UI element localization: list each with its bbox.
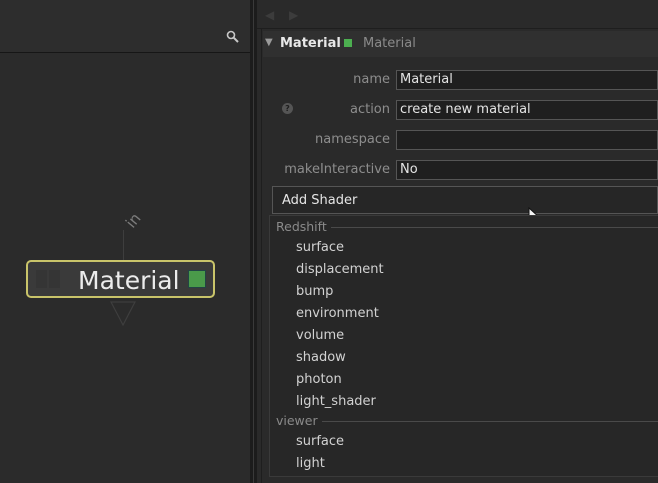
panel-edge [261,28,262,483]
back-arrow-icon[interactable]: ◀ [265,8,274,22]
add-shader-menu: Redshift surface displacement bump envir… [269,215,658,477]
node-header[interactable]: ▼ Material Material [263,31,658,57]
node-color-indicator [344,39,352,47]
add-shader-label: Add Shader [282,193,358,208]
output-arrow-icon [110,301,136,327]
param-row-name: name Material [263,69,658,91]
parameters-panel: ◀ ▶ ▼ Material Material name Material ? … [257,0,658,483]
menu-section-title: viewer [276,413,322,428]
material-node[interactable]: Material [26,260,215,298]
menu-section-rule [276,227,658,228]
search-icon[interactable] [225,29,241,45]
input-connector [123,230,124,260]
node-title: Material [78,266,180,295]
collapse-triangle-icon[interactable]: ▼ [265,37,273,48]
splitter-line [253,0,254,483]
forward-arrow-icon[interactable]: ▶ [289,8,298,22]
menu-item[interactable]: shadow [296,350,346,365]
menu-item[interactable]: bump [296,284,333,299]
param-row-action: ? action create new material [263,99,658,121]
help-icon[interactable]: ? [282,103,293,114]
param-label-action: action [349,102,390,117]
menu-item[interactable]: light_shader [296,394,376,409]
menu-section-viewer: viewer [270,413,658,429]
parameters-nav-bar: ◀ ▶ [257,0,658,29]
node-port-stub [36,270,47,288]
node-header-type: Material [363,36,416,51]
node-graph-toolbar [0,0,250,53]
node-graph-panel[interactable]: in Material [0,0,250,483]
menu-item[interactable]: displacement [296,262,384,277]
menu-item[interactable]: surface [296,434,344,449]
node-port-stub [49,270,60,288]
add-shader-button[interactable]: Add Shader [272,186,658,227]
menu-item[interactable]: surface [296,240,344,255]
node-header-name: Material [280,36,341,51]
make-interactive-dropdown[interactable]: No [396,160,658,180]
param-label-make-interactive: makeInteractive [284,162,390,177]
panel-splitter[interactable] [250,0,257,483]
param-label-name: name [353,72,390,87]
menu-section-rule [276,421,658,422]
menu-section-redshift: Redshift [270,219,658,235]
menu-item[interactable]: environment [296,306,379,321]
namespace-field[interactable] [396,130,658,150]
material-node-group: in Material [26,209,220,327]
param-label-namespace: namespace [314,132,390,147]
menu-section-title: Redshift [276,219,331,234]
param-row-make-interactive: makeInteractive No [263,159,658,181]
menu-item[interactable]: light [296,456,325,471]
menu-item[interactable]: volume [296,328,344,343]
input-port-label: in [122,209,145,232]
param-row-namespace: namespace [263,129,658,151]
name-field[interactable]: Material [396,70,658,90]
node-color-swatch [188,270,206,288]
action-dropdown[interactable]: create new material [396,100,658,120]
menu-item[interactable]: photon [296,372,342,387]
